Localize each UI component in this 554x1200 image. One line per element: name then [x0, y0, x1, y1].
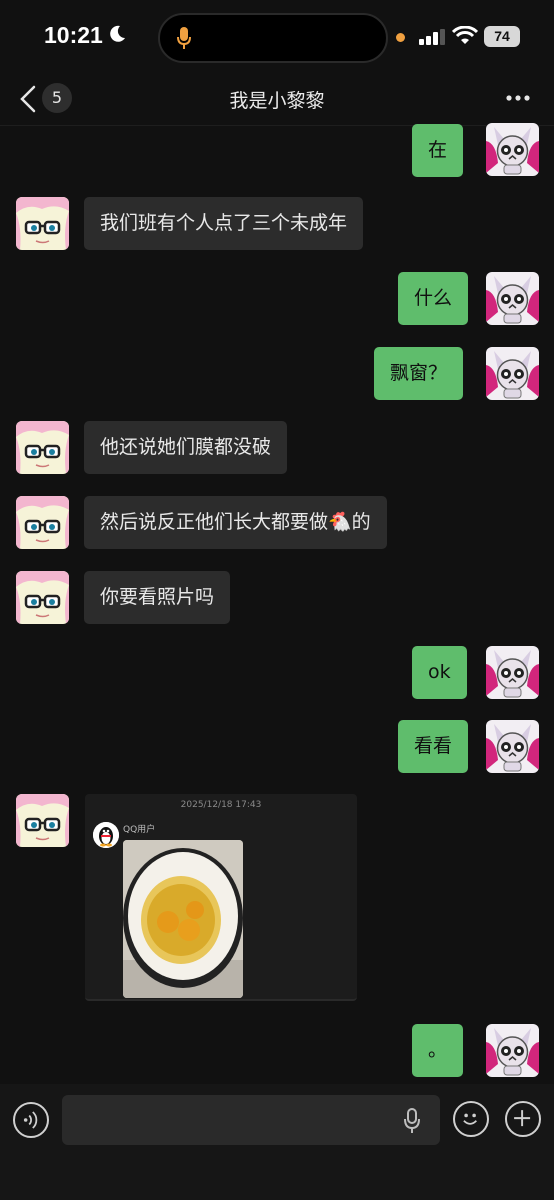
microphone-icon[interactable]	[402, 1107, 422, 1135]
more-dots-icon[interactable]	[505, 94, 531, 102]
card-username: QQ用户	[123, 825, 156, 835]
qq-penguin-icon	[93, 822, 119, 848]
message-bubble-incoming[interactable]: 他还说她们膜都没破	[84, 421, 288, 474]
dynamic-island	[158, 13, 388, 63]
status-time: 10:21	[44, 22, 103, 48]
message-bubble-outgoing[interactable]: 飘窗？	[374, 347, 464, 400]
battery-indicator: 74	[484, 26, 520, 47]
message-bubble-outgoing[interactable]: 。	[412, 1024, 464, 1077]
message-bubble-incoming[interactable]: 然后说反正他们长大都要做🐔的	[84, 496, 387, 549]
my-avatar[interactable]	[486, 272, 539, 325]
status-bar: 10:21 74	[0, 0, 554, 76]
shared-chat-card[interactable]: 2025/12/18 17:43 QQ用户	[85, 794, 357, 1001]
contact-avatar[interactable]	[16, 794, 69, 847]
moon-icon	[110, 25, 125, 42]
message-bubble-outgoing[interactable]: 看看	[398, 720, 469, 773]
message-bubble-outgoing[interactable]: 在	[412, 124, 464, 177]
my-avatar[interactable]	[486, 720, 539, 773]
my-avatar[interactable]	[486, 646, 539, 699]
contact-avatar[interactable]	[16, 496, 69, 549]
my-avatar[interactable]	[486, 123, 539, 176]
message-bubble-outgoing[interactable]: 什么	[398, 272, 469, 325]
input-toolbar	[0, 1084, 554, 1200]
message-input[interactable]	[62, 1095, 440, 1145]
contact-avatar[interactable]	[16, 421, 69, 474]
emoji-icon[interactable]	[453, 1101, 489, 1137]
cellular-signal-icon	[419, 29, 445, 45]
my-avatar[interactable]	[486, 347, 539, 400]
microphone-indicator-icon	[177, 27, 191, 49]
card-timestamp: 2025/12/18 17:43	[180, 800, 262, 810]
message-bubble-incoming[interactable]: 你要看照片吗	[84, 571, 231, 624]
egg-bowl-photo[interactable]	[123, 840, 243, 998]
message-bubble-outgoing[interactable]: ok	[412, 646, 467, 699]
recording-dot-icon	[396, 33, 405, 42]
contact-avatar[interactable]	[16, 197, 69, 250]
plus-icon[interactable]	[505, 1101, 541, 1137]
wifi-icon	[452, 26, 478, 44]
chat-title: 我是小黎黎	[229, 90, 325, 112]
message-bubble-incoming[interactable]: 我们班有个人点了三个未成年	[84, 197, 364, 250]
voice-icon[interactable]	[13, 1102, 49, 1138]
contact-avatar[interactable]	[16, 571, 69, 624]
my-avatar[interactable]	[486, 1024, 539, 1077]
